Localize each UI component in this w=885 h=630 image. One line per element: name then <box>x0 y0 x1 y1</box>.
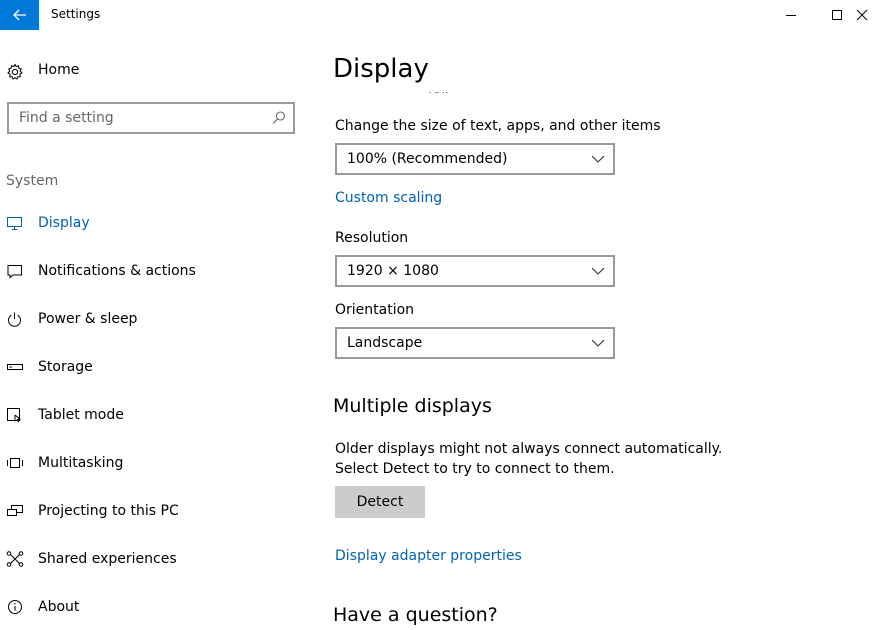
chevron-down-icon <box>591 339 605 347</box>
section-label-system: System <box>6 173 59 189</box>
sidebar-item-label: Multitasking <box>38 455 124 471</box>
sidebar-item-label: Notifications & actions <box>38 263 196 279</box>
sidebar-item-label: Storage <box>38 359 93 375</box>
tablet-mode-icon <box>7 408 22 423</box>
scale-dropdown[interactable]: 100% (Recommended) <box>335 143 615 175</box>
sidebar-item-label: About <box>38 599 80 615</box>
sidebar-item-label: Tablet mode <box>38 407 124 423</box>
notification-icon <box>7 265 22 279</box>
info-icon <box>8 600 22 614</box>
home-label: Home <box>38 62 80 78</box>
chevron-down-icon <box>591 155 605 163</box>
close-icon <box>856 9 868 21</box>
page-title: Display <box>333 54 429 84</box>
sidebar-item-power-sleep[interactable]: Power & sleep <box>0 299 300 339</box>
sidebar-item-label: Projecting to this PC <box>38 503 179 519</box>
sidebar-item-multitasking[interactable]: Multitasking <box>0 443 300 483</box>
projecting-icon <box>7 505 23 516</box>
orientation-label: Orientation <box>335 302 415 318</box>
sidebar-item-label: Shared experiences <box>38 551 177 567</box>
scale-value: 100% (Recommended) <box>347 151 508 167</box>
multiple-displays-description: Older displays might not always connect … <box>335 441 723 477</box>
shared-experiences-icon <box>6 551 24 567</box>
gear-icon <box>7 63 23 80</box>
chevron-down-icon <box>591 267 605 275</box>
search-box[interactable] <box>7 102 295 134</box>
resolution-value: 1920 × 1080 <box>347 263 439 279</box>
sidebar-item-about[interactable]: About <box>0 587 300 627</box>
minimize-icon <box>786 15 796 16</box>
resolution-dropdown[interactable]: 1920 × 1080 <box>335 255 615 287</box>
power-icon <box>8 312 21 327</box>
scale-label: Change the size of text, apps, and other… <box>335 118 661 134</box>
title-bar: Settings <box>0 0 885 30</box>
custom-scaling-link[interactable]: Custom scaling <box>335 190 442 206</box>
back-button[interactable] <box>0 0 39 30</box>
storage-icon <box>7 364 23 370</box>
close-button[interactable] <box>839 0 885 30</box>
orientation-value: Landscape <box>347 335 423 351</box>
sidebar-item-notifications[interactable]: Notifications & actions <box>0 251 300 291</box>
search-icon[interactable] <box>271 110 287 126</box>
scrolled-heading-fragment <box>335 85 535 93</box>
sidebar-item-label: Power & sleep <box>38 311 138 327</box>
sidebar-item-shared-experiences[interactable]: Shared experiences <box>0 539 300 579</box>
app-title: Settings <box>51 7 101 21</box>
multitasking-icon <box>7 458 23 468</box>
home-nav-item[interactable]: Home <box>0 56 300 86</box>
minimize-button[interactable] <box>768 0 814 30</box>
monitor-icon <box>7 217 22 230</box>
display-adapter-properties-link[interactable]: Display adapter properties <box>335 548 522 564</box>
sidebar-item-projecting[interactable]: Projecting to this PC <box>0 491 300 531</box>
arrow-left-icon <box>12 9 26 21</box>
sidebar-item-display[interactable]: Display <box>0 203 300 243</box>
have-a-question-heading: Have a question? <box>333 604 498 626</box>
sidebar-item-tablet-mode[interactable]: Tablet mode <box>0 395 300 435</box>
sidebar-item-storage[interactable]: Storage <box>0 347 300 387</box>
resolution-label: Resolution <box>335 230 409 246</box>
orientation-dropdown[interactable]: Landscape <box>335 327 615 359</box>
multiple-displays-heading: Multiple displays <box>333 395 492 417</box>
detect-button[interactable]: Detect <box>335 486 425 518</box>
sidebar-item-label: Display <box>38 215 90 231</box>
search-input[interactable] <box>9 104 259 132</box>
